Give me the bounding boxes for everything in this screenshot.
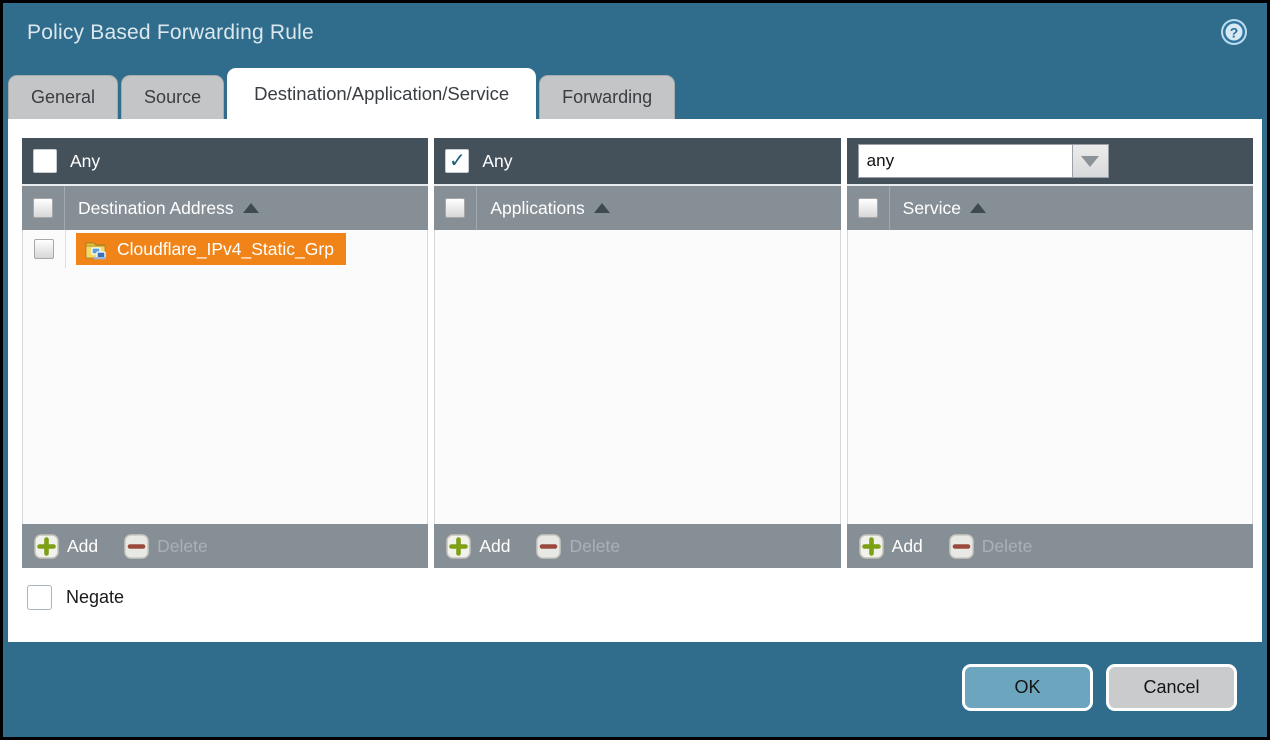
service-select-all-checkbox[interactable] <box>858 198 878 218</box>
dialog-title: Policy Based Forwarding Rule <box>27 21 1243 45</box>
destination-address-entry-label: Cloudflare_IPv4_Static_Grp <box>117 239 334 260</box>
delete-minus-icon <box>124 534 149 559</box>
service-column: Service Add <box>847 138 1253 568</box>
address-group-icon <box>84 237 109 262</box>
service-type-dropdown-value[interactable] <box>858 144 1072 178</box>
service-type-dropdown[interactable] <box>858 144 1109 178</box>
chevron-down-icon[interactable] <box>1072 144 1109 178</box>
service-add-button[interactable]: Add <box>859 534 923 559</box>
applications-list <box>434 230 840 524</box>
tab-forwarding[interactable]: Forwarding <box>539 75 675 119</box>
svg-text:?: ? <box>1230 25 1239 41</box>
applications-select-all-checkbox[interactable] <box>445 198 465 218</box>
applications-column-header[interactable]: Applications <box>490 198 584 219</box>
add-plus-icon <box>859 534 884 559</box>
cancel-button[interactable]: Cancel <box>1106 664 1237 711</box>
destination-any-checkbox[interactable] <box>33 149 57 173</box>
destination-select-all-checkbox[interactable] <box>33 198 53 218</box>
tab-source[interactable]: Source <box>121 75 224 119</box>
tab-destination-application-service[interactable]: Destination/Application/Service <box>227 68 536 119</box>
destination-add-button[interactable]: Add <box>34 534 98 559</box>
add-plus-icon <box>34 534 59 559</box>
negate-checkbox[interactable] <box>27 585 52 610</box>
destination-row-checkbox[interactable] <box>34 239 54 259</box>
tab-content-panel: Any Destination Address <box>8 119 1262 642</box>
destination-any-label: Any <box>70 151 100 172</box>
ok-button[interactable]: OK <box>962 664 1093 711</box>
destination-list: Cloudflare_IPv4_Static_Grp <box>22 230 428 524</box>
dialog-titlebar: Policy Based Forwarding Rule ? <box>3 3 1267 67</box>
negate-row: Negate <box>27 585 1253 610</box>
help-icon[interactable]: ? <box>1219 17 1249 47</box>
destination-column-header[interactable]: Destination Address <box>78 198 234 219</box>
table-row: Cloudflare_IPv4_Static_Grp <box>23 230 427 268</box>
service-delete-button[interactable]: Delete <box>949 534 1033 559</box>
tab-general[interactable]: General <box>8 75 118 119</box>
add-plus-icon <box>446 534 471 559</box>
tab-bar: General Source Destination/Application/S… <box>3 67 1267 119</box>
sort-ascending-icon <box>594 203 610 213</box>
applications-delete-button[interactable]: Delete <box>536 534 620 559</box>
applications-add-button[interactable]: Add <box>446 534 510 559</box>
sort-ascending-icon <box>970 203 986 213</box>
negate-label: Negate <box>66 587 124 608</box>
service-list <box>847 230 1253 524</box>
pbf-rule-dialog: Policy Based Forwarding Rule ? General S… <box>0 0 1270 740</box>
destination-address-column: Any Destination Address <box>22 138 428 568</box>
destination-delete-button[interactable]: Delete <box>124 534 208 559</box>
service-column-header[interactable]: Service <box>903 198 961 219</box>
dialog-actions: OK Cancel <box>962 664 1237 711</box>
applications-column: ✓ Any Applications Add <box>434 138 840 568</box>
applications-any-checkbox[interactable]: ✓ <box>445 149 469 173</box>
destination-address-entry[interactable]: Cloudflare_IPv4_Static_Grp <box>76 233 346 265</box>
delete-minus-icon <box>949 534 974 559</box>
applications-any-label: Any <box>482 151 512 172</box>
delete-minus-icon <box>536 534 561 559</box>
sort-ascending-icon <box>243 203 259 213</box>
